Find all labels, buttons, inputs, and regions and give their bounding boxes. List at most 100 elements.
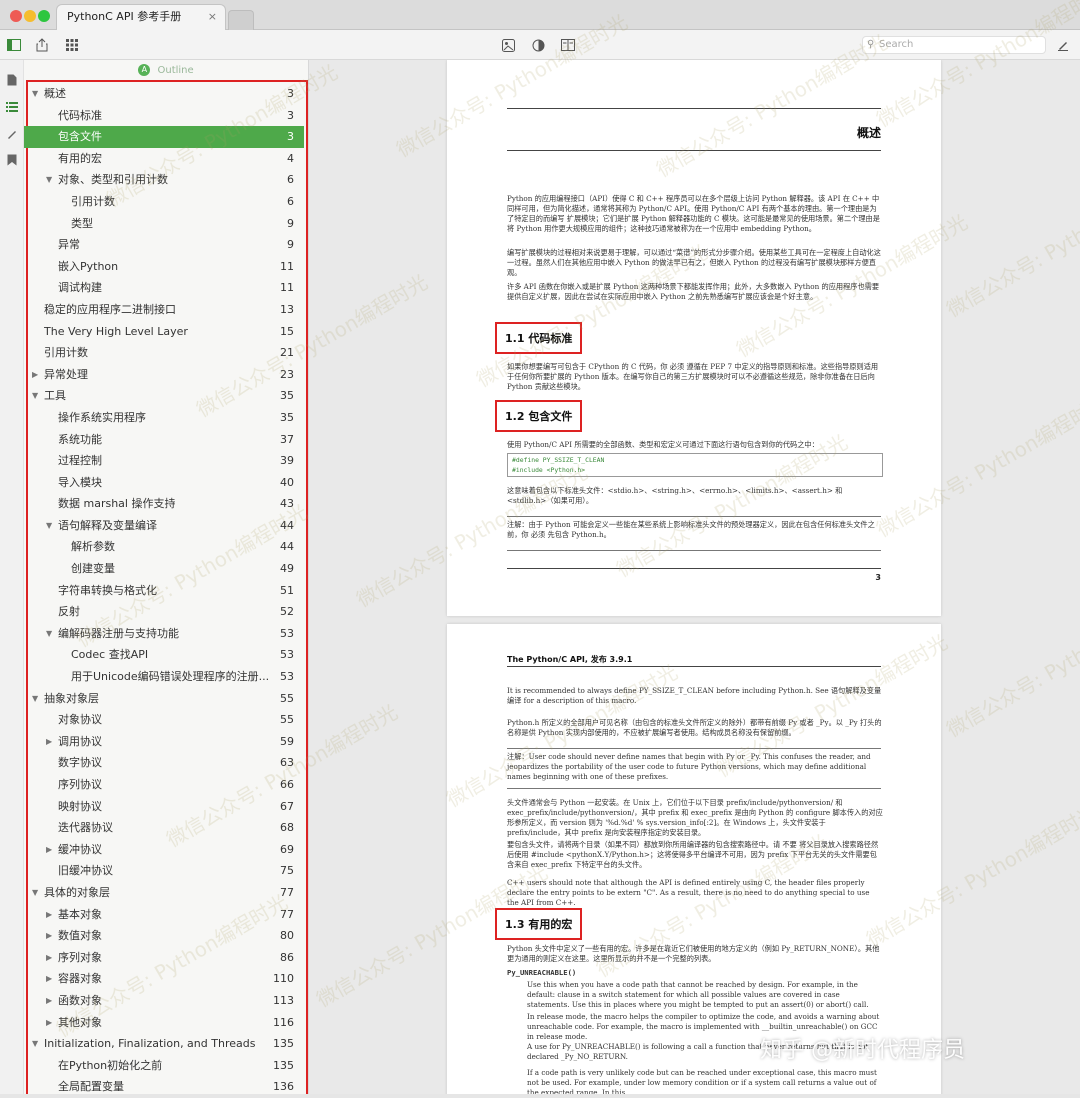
- disclosure-collapsed-icon[interactable]: ▶: [46, 1012, 52, 1034]
- outline-item-label: 序列协议: [58, 774, 102, 796]
- disclosure-expanded-icon[interactable]: ▼: [32, 1033, 38, 1055]
- outline-item[interactable]: 创建变量49: [24, 558, 304, 580]
- outline-item[interactable]: 系统功能37: [24, 429, 304, 451]
- outline-item[interactable]: ▼对象、类型和引用计数6: [24, 169, 304, 191]
- outline-item-label: 异常处理: [44, 364, 88, 386]
- disclosure-collapsed-icon[interactable]: ▶: [46, 990, 52, 1012]
- outline-item[interactable]: ▶容器对象110: [24, 968, 304, 990]
- outline-item[interactable]: 引用计数6: [24, 191, 304, 213]
- disclosure-collapsed-icon[interactable]: ▶: [46, 925, 52, 947]
- sidebar-toggle-icon[interactable]: [6, 37, 22, 53]
- outline-item[interactable]: 序列协议66: [24, 774, 304, 796]
- outline-item[interactable]: ▼语句解释及变量编译44: [24, 515, 304, 537]
- outline-item[interactable]: 旧缓冲协议75: [24, 860, 304, 882]
- outline-item[interactable]: The Very High Level Layer15: [24, 321, 304, 343]
- disclosure-collapsed-icon[interactable]: ▶: [46, 968, 52, 990]
- outline-item-label: 调试构建: [58, 277, 102, 299]
- outline-item[interactable]: ▶其他对象116: [24, 1012, 304, 1034]
- minimize-window-button[interactable]: [24, 10, 36, 22]
- outline-item[interactable]: ▶调用协议59: [24, 731, 304, 753]
- disclosure-expanded-icon[interactable]: ▼: [46, 515, 52, 537]
- search-input[interactable]: ⚲ Search: [862, 36, 1046, 54]
- disclosure-collapsed-icon[interactable]: ▶: [46, 947, 52, 969]
- disclosure-expanded-icon[interactable]: ▼: [32, 688, 38, 710]
- outline-item[interactable]: ▶异常处理23: [24, 364, 304, 386]
- outline-item-page: 9: [287, 213, 294, 235]
- disclosure-expanded-icon[interactable]: ▼: [46, 623, 52, 645]
- disclosure-expanded-icon[interactable]: ▼: [32, 83, 38, 105]
- disclosure-expanded-icon[interactable]: ▼: [32, 385, 38, 407]
- outline-item-label: 导入模块: [58, 472, 102, 494]
- outline-item[interactable]: 异常9: [24, 234, 304, 256]
- outline-item[interactable]: ▼抽象对象层55: [24, 688, 304, 710]
- outline-item[interactable]: 字符串转换与格式化51: [24, 580, 304, 602]
- outline-item[interactable]: 有用的宏4: [24, 148, 304, 170]
- outline-item[interactable]: 包含文件3: [24, 126, 304, 148]
- p2-paragraph-5: C++ users should note that although the …: [507, 878, 883, 908]
- outline-item-label: 过程控制: [58, 450, 102, 472]
- annotation-pen-icon[interactable]: [5, 128, 19, 142]
- tab-close-icon[interactable]: ×: [208, 5, 217, 29]
- outline-item[interactable]: ▼具体的对象层77: [24, 882, 304, 904]
- annotate-pen-icon[interactable]: [1055, 37, 1071, 53]
- outline-item[interactable]: ▶序列对象86: [24, 947, 304, 969]
- outline-item-page: 77: [280, 904, 294, 926]
- outline-item[interactable]: Codec 查找API53: [24, 644, 304, 666]
- outline-item[interactable]: 导入模块40: [24, 472, 304, 494]
- disclosure-collapsed-icon[interactable]: ▶: [46, 904, 52, 926]
- outline-item[interactable]: 映射协议67: [24, 796, 304, 818]
- outline-item[interactable]: ▶基本对象77: [24, 904, 304, 926]
- intro-paragraph-3: 许多 API 函数在你嵌入或是扩展 Python 这两种场景下都能发挥作用；此外…: [507, 282, 883, 302]
- share-icon[interactable]: [34, 37, 50, 53]
- outline-item[interactable]: 用于Unicode编码错误处理程序的注册...53: [24, 666, 304, 688]
- close-window-button[interactable]: [10, 10, 22, 22]
- page-thumbnails-icon[interactable]: [5, 74, 19, 88]
- outline-item[interactable]: 调试构建11: [24, 277, 304, 299]
- outline-item[interactable]: 解析参数44: [24, 536, 304, 558]
- outline-item[interactable]: 在Python初始化之前135: [24, 1055, 304, 1077]
- disclosure-collapsed-icon[interactable]: ▶: [46, 731, 52, 753]
- disclosure-collapsed-icon[interactable]: ▶: [46, 839, 52, 861]
- outline-item[interactable]: ▼Initialization, Finalization, and Threa…: [24, 1033, 304, 1055]
- outline-item[interactable]: 过程控制39: [24, 450, 304, 472]
- outline-item[interactable]: 代码标准3: [24, 105, 304, 127]
- outline-item[interactable]: 类型9: [24, 213, 304, 235]
- contrast-icon[interactable]: [530, 37, 546, 53]
- two-page-icon[interactable]: [560, 37, 576, 53]
- disclosure-expanded-icon[interactable]: ▼: [46, 169, 52, 191]
- outline-item[interactable]: 引用计数21: [24, 342, 304, 364]
- outline-item[interactable]: ▶缓冲协议69: [24, 839, 304, 861]
- document-viewer[interactable]: 概述 Python 的应用编程接口（API）使得 C 和 C++ 程序员可以在多…: [309, 60, 1080, 1094]
- outline-item[interactable]: ▶数值对象80: [24, 925, 304, 947]
- outline-item[interactable]: 全局配置变量136: [24, 1076, 304, 1098]
- outline-item-page: 53: [280, 666, 294, 688]
- outline-item[interactable]: 嵌入Python11: [24, 256, 304, 278]
- outline-item[interactable]: ▼编解码器注册与支持功能53: [24, 623, 304, 645]
- title-rule: [507, 150, 881, 151]
- outline-item[interactable]: ▶函数对象113: [24, 990, 304, 1012]
- outline-item-page: 3: [287, 126, 294, 148]
- outline-item[interactable]: 数据 marshal 操作支持43: [24, 493, 304, 515]
- outline-item[interactable]: ▼概述3: [24, 83, 304, 105]
- outline-item[interactable]: 操作系统实用程序35: [24, 407, 304, 429]
- outline-list-icon[interactable]: [5, 102, 19, 116]
- outline-item-label: 引用计数: [71, 191, 115, 213]
- document-tab[interactable]: PythonC API 参考手册 ×: [56, 4, 226, 30]
- outline-item-label: 数字协议: [58, 752, 102, 774]
- disclosure-collapsed-icon[interactable]: ▶: [32, 364, 38, 386]
- zoom-window-button[interactable]: [38, 10, 50, 22]
- outline-item[interactable]: 稳定的应用程序二进制接口13: [24, 299, 304, 321]
- outline-item[interactable]: 数字协议63: [24, 752, 304, 774]
- disclosure-expanded-icon[interactable]: ▼: [32, 882, 38, 904]
- new-tab-button[interactable]: [228, 10, 254, 30]
- crop-icon[interactable]: [500, 37, 516, 53]
- outline-item[interactable]: 反射52: [24, 601, 304, 623]
- outline-item[interactable]: 对象协议55: [24, 709, 304, 731]
- chapter-title: 概述: [857, 124, 881, 141]
- bookmark-icon[interactable]: [5, 154, 19, 168]
- outline-item[interactable]: 迭代器协议68: [24, 817, 304, 839]
- outline-item-label: 代码标准: [58, 105, 102, 127]
- outline-item[interactable]: ▼工具35: [24, 385, 304, 407]
- grid-view-icon[interactable]: [64, 37, 80, 53]
- outline-item-page: 55: [280, 709, 294, 731]
